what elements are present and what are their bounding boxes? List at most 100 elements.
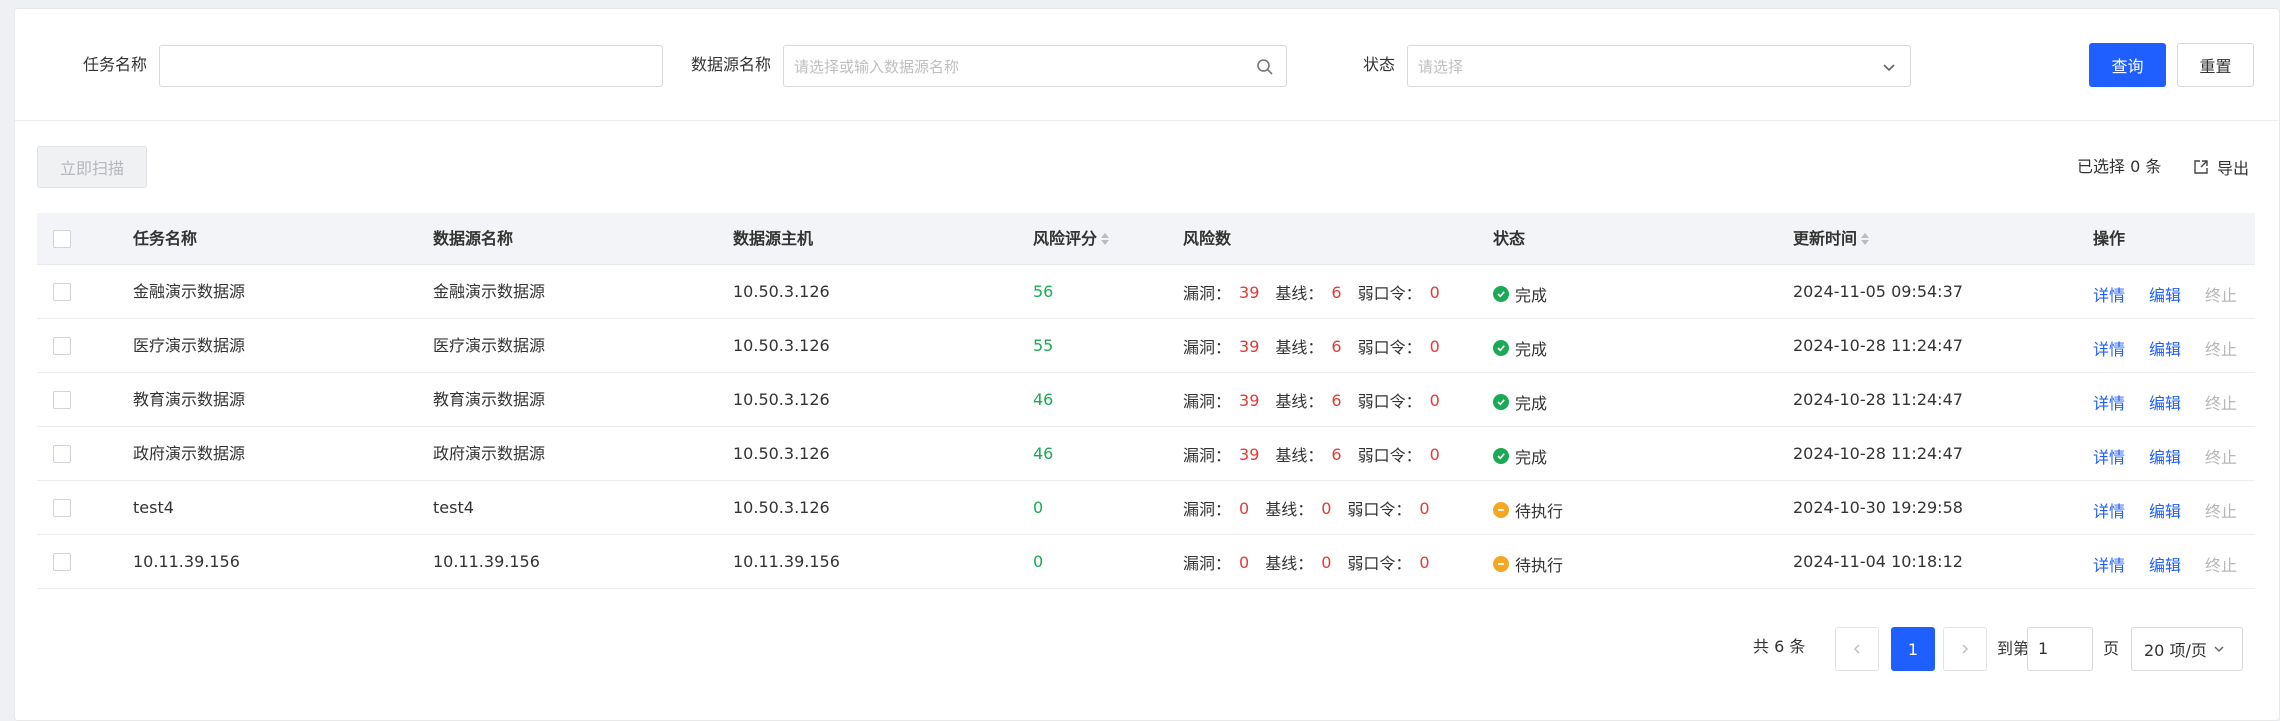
cell-actions: 详情 编辑 终止 <box>2093 498 2237 522</box>
page-size-select[interactable]: 20 项/页 <box>2131 627 2243 671</box>
cell-status: 完成 <box>1493 390 1547 414</box>
status-placeholder: 请选择 <box>1418 58 1464 76</box>
stop-link[interactable]: 终止 <box>2205 336 2237 360</box>
minus-icon <box>1498 563 1504 565</box>
stop-link[interactable]: 终止 <box>2205 444 2237 468</box>
row-checkbox[interactable] <box>53 499 71 517</box>
scan-now-button[interactable]: 立即扫描 <box>37 146 147 188</box>
task-name-input[interactable] <box>159 45 663 87</box>
baseline-label: 基线： <box>1265 500 1314 519</box>
header-task-name: 任务名称 <box>133 229 198 248</box>
edit-link[interactable]: 编辑 <box>2149 552 2181 576</box>
vuln-label: 漏洞： <box>1183 446 1232 465</box>
status-icon <box>1493 394 1509 410</box>
baseline-count: 6 <box>1331 390 1342 410</box>
next-page-button[interactable] <box>1943 627 1987 671</box>
header-updated[interactable]: 更新时间 <box>1793 229 1870 249</box>
cell-datasource-name: 10.11.39.156 <box>433 552 540 571</box>
status-icon <box>1493 286 1509 302</box>
table-header: 任务名称 数据源名称 数据源主机 风险评分 风险数 状态 更新时间 操作 <box>37 213 2255 265</box>
status-text: 完成 <box>1515 286 1548 305</box>
header-updated-label: 更新时间 <box>1793 229 1858 248</box>
edit-link[interactable]: 编辑 <box>2149 390 2181 414</box>
pagination-total: 共 6 条 <box>1753 637 1806 656</box>
query-button[interactable]: 查询 <box>2089 43 2166 87</box>
edit-link[interactable]: 编辑 <box>2149 282 2181 306</box>
cell-risk-score: 0 <box>1033 552 1044 571</box>
row-checkbox[interactable] <box>53 337 71 355</box>
cell-updated: 2024-10-28 11:24:47 <box>1793 336 1963 355</box>
status-icon <box>1493 502 1509 518</box>
sort-icon[interactable] <box>1861 232 1870 246</box>
baseline-count: 0 <box>1321 552 1332 572</box>
vuln-label: 漏洞： <box>1183 338 1232 357</box>
row-checkbox[interactable] <box>53 553 71 571</box>
cell-updated: 2024-11-04 10:18:12 <box>1793 552 1963 571</box>
detail-link[interactable]: 详情 <box>2093 282 2125 306</box>
weak-label: 弱口令： <box>1357 338 1422 357</box>
weak-count: 0 <box>1429 282 1440 302</box>
row-checkbox[interactable] <box>53 283 71 301</box>
cell-actions: 详情 编辑 终止 <box>2093 390 2237 414</box>
datasource-input[interactable]: 请选择或输入数据源名称 <box>783 45 1287 87</box>
datasource-placeholder: 请选择或输入数据源名称 <box>794 58 960 76</box>
cell-datasource-name: 金融演示数据源 <box>433 282 546 301</box>
sort-icon[interactable] <box>1101 232 1110 246</box>
detail-link[interactable]: 详情 <box>2093 552 2125 576</box>
cell-risk-score: 55 <box>1033 336 1054 355</box>
goto-prefix: 到第 <box>1997 639 2030 658</box>
cell-updated: 2024-11-05 09:54:37 <box>1793 282 1963 301</box>
export-label: 导出 <box>2217 159 2250 178</box>
cell-updated: 2024-10-28 11:24:47 <box>1793 444 1963 463</box>
row-checkbox[interactable] <box>53 445 71 463</box>
detail-link[interactable]: 详情 <box>2093 498 2125 522</box>
goto-page-input[interactable]: 1 <box>2027 627 2093 671</box>
prev-page-button[interactable] <box>1835 627 1879 671</box>
cell-risk-score: 46 <box>1033 390 1054 409</box>
search-icon[interactable] <box>1256 58 1274 76</box>
detail-link[interactable]: 详情 <box>2093 390 2125 414</box>
vuln-count: 39 <box>1239 444 1260 464</box>
cell-actions: 详情 编辑 终止 <box>2093 282 2237 306</box>
cell-datasource-name: test4 <box>433 498 474 517</box>
cell-updated: 2024-10-30 19:29:58 <box>1793 498 1963 517</box>
cell-task-name: 教育演示数据源 <box>133 390 246 409</box>
stop-link[interactable]: 终止 <box>2205 552 2237 576</box>
stop-link[interactable]: 终止 <box>2205 390 2237 414</box>
reset-button[interactable]: 重置 <box>2177 43 2254 87</box>
vuln-count: 39 <box>1239 336 1260 356</box>
edit-link[interactable]: 编辑 <box>2149 498 2181 522</box>
table-row: 教育演示数据源 教育演示数据源 10.50.3.126 46 漏洞： 39 基线： 6 弱口令：… <box>37 373 2255 427</box>
vuln-label: 漏洞： <box>1183 554 1232 573</box>
header-status: 状态 <box>1493 229 1526 248</box>
cell-host: 10.50.3.126 <box>733 498 830 517</box>
detail-link[interactable]: 详情 <box>2093 444 2125 468</box>
page-1-button[interactable]: 1 <box>1891 627 1935 671</box>
cell-risk-score: 56 <box>1033 282 1054 301</box>
cell-risk-count: 漏洞： 0 基线： 0 弱口令： 0 <box>1183 496 1446 520</box>
header-host: 数据源主机 <box>733 229 814 248</box>
cell-risk-count: 漏洞： 39 基线： 6 弱口令： 0 <box>1183 334 1456 358</box>
edit-link[interactable]: 编辑 <box>2149 336 2181 360</box>
cell-risk-count: 漏洞： 39 基线： 6 弱口令： 0 <box>1183 388 1456 412</box>
stop-link[interactable]: 终止 <box>2205 282 2237 306</box>
baseline-count: 0 <box>1321 498 1332 518</box>
select-all-checkbox[interactable] <box>53 230 71 248</box>
vuln-label: 漏洞： <box>1183 392 1232 411</box>
header-risk-score[interactable]: 风险评分 <box>1033 229 1110 249</box>
row-checkbox[interactable] <box>53 391 71 409</box>
stop-link[interactable]: 终止 <box>2205 498 2237 522</box>
export-icon <box>2194 160 2208 174</box>
cell-status: 完成 <box>1493 444 1547 468</box>
table-row: test4 test4 10.50.3.126 0 漏洞： 0 基线： 0 弱口令： 0 待执行 20… <box>37 481 2255 535</box>
detail-link[interactable]: 详情 <box>2093 336 2125 360</box>
cell-task-name: 10.11.39.156 <box>133 552 240 571</box>
edit-link[interactable]: 编辑 <box>2149 444 2181 468</box>
status-select[interactable]: 请选择 <box>1407 45 1911 87</box>
baseline-label: 基线： <box>1275 338 1324 357</box>
weak-label: 弱口令： <box>1357 446 1422 465</box>
cell-task-name: 政府演示数据源 <box>133 444 246 463</box>
status-text: 完成 <box>1515 448 1548 467</box>
cell-status: 待执行 <box>1493 498 1563 522</box>
export-button[interactable]: 导出 <box>2193 155 2249 179</box>
